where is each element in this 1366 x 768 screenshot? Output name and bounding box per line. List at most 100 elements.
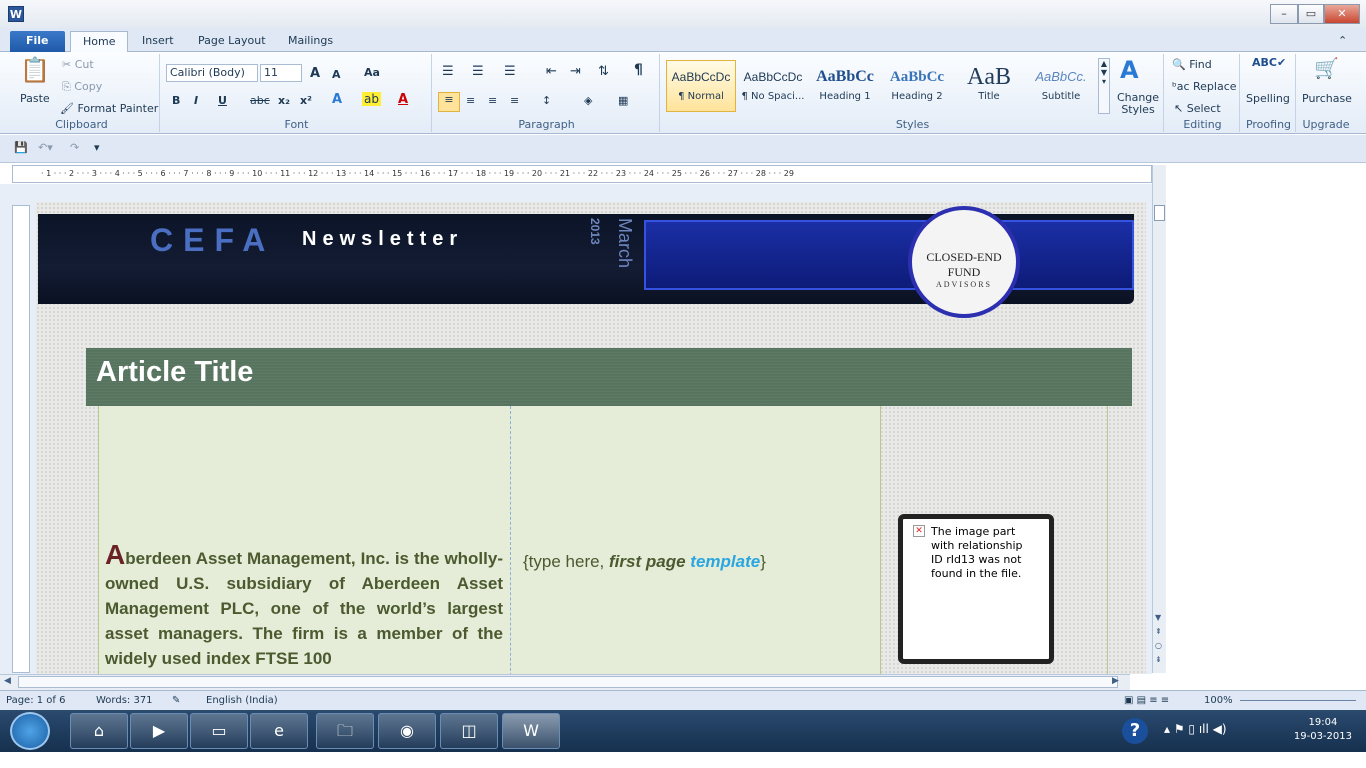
find-button[interactable]: 🔍 Find xyxy=(1172,58,1212,71)
style-heading-1[interactable]: AaBbCc Heading 1 xyxy=(810,60,880,112)
justify-icon[interactable]: ≡ xyxy=(510,94,519,107)
underline-button[interactable]: U xyxy=(218,94,227,107)
start-button[interactable] xyxy=(10,712,50,750)
text-column-2[interactable]: {type here, first page template} xyxy=(510,406,880,674)
purchase-button[interactable]: Purchase xyxy=(1302,92,1352,105)
article-title[interactable]: Article Title xyxy=(96,356,253,389)
italic-button[interactable]: I xyxy=(194,94,198,107)
media-player-icon[interactable]: ▶ xyxy=(130,713,188,749)
strikethrough-button[interactable]: abc xyxy=(250,94,270,107)
numbering-icon[interactable]: ☰ xyxy=(472,64,484,79)
undo-icon[interactable]: ↶▾ xyxy=(38,141,53,154)
presentation-app-icon[interactable]: ▭ xyxy=(190,713,248,749)
hscroll-thumb[interactable] xyxy=(18,676,1118,688)
bold-button[interactable]: B xyxy=(172,94,180,107)
word-count[interactable]: Words: 371 xyxy=(96,691,153,710)
vertical-ruler[interactable] xyxy=(12,205,30,673)
vertical-scrollbar[interactable]: ▼ ⇞ ○ ⇟ xyxy=(1152,165,1166,673)
style-title[interactable]: AaB Title xyxy=(954,60,1024,112)
page-count[interactable]: Page: 1 of 6 xyxy=(6,691,65,710)
text-effects-icon[interactable]: A xyxy=(332,92,342,107)
align-left-icon[interactable]: ≡ xyxy=(438,92,460,112)
shrink-font-button[interactable]: A xyxy=(332,68,341,81)
horizontal-ruler[interactable]: · 1 · · · 2 · · · 3 · · · 4 · · · 5 · · … xyxy=(12,165,1152,183)
article-body[interactable]: Aberdeen Asset Management, Inc. is the w… xyxy=(105,541,503,671)
select-button[interactable]: ↖ Select xyxy=(1174,102,1221,115)
proofing-status-icon[interactable]: ✎ xyxy=(172,691,180,710)
tab-page-layout[interactable]: Page Layout xyxy=(186,31,278,52)
bullets-icon[interactable]: ☰ xyxy=(442,64,454,79)
align-right-icon[interactable]: ≡ xyxy=(488,94,497,107)
tab-insert[interactable]: Insert xyxy=(130,31,186,52)
style-no-spacing[interactable]: AaBbCcDc ¶ No Spaci... xyxy=(738,60,808,112)
notes-app-icon[interactable]: ◫ xyxy=(440,713,498,749)
hp-app-icon[interactable]: ⌂ xyxy=(70,713,128,749)
scroll-thumb[interactable] xyxy=(1154,205,1165,221)
shading-icon[interactable]: ◈ xyxy=(584,94,592,107)
line-spacing-icon[interactable]: ↕ xyxy=(542,94,551,107)
missing-image-placeholder[interactable]: ✕ The image part with relationship ID rId… xyxy=(898,514,1054,664)
change-styles-button[interactable]: Change Styles xyxy=(1116,92,1160,116)
change-case-button[interactable]: Aa xyxy=(364,66,380,79)
zoom-slider[interactable] xyxy=(1240,700,1356,701)
word-taskbar-icon[interactable]: W xyxy=(502,713,560,749)
subscript-button[interactable]: x₂ xyxy=(278,94,290,107)
ribbon-collapse-icon[interactable]: ⌃ xyxy=(1326,31,1359,52)
multilevel-list-icon[interactable]: ☰ xyxy=(504,64,516,79)
format-painter-button[interactable]: 🖌 Format Painter xyxy=(60,102,158,115)
placeholder-text[interactable]: {type here, first page template} xyxy=(523,552,766,572)
language-indicator[interactable]: English (India) xyxy=(206,691,278,710)
banner-subtitle: Newsletter xyxy=(302,228,464,250)
scroll-right-icon[interactable]: ▶ xyxy=(1112,676,1119,686)
superscript-button[interactable]: x² xyxy=(300,94,312,107)
font-size-select[interactable]: 11 xyxy=(260,64,302,82)
help-icon[interactable]: ? xyxy=(1122,718,1148,744)
style-heading-2[interactable]: AaBbCc Heading 2 xyxy=(882,60,952,112)
font-color-icon[interactable]: A xyxy=(398,92,408,107)
paste-icon[interactable]: 📋 xyxy=(20,56,50,84)
borders-icon[interactable]: ▦ xyxy=(618,94,628,107)
increase-indent-icon[interactable]: ⇥ xyxy=(570,64,581,79)
paste-button[interactable]: Paste xyxy=(20,92,50,105)
align-center-icon[interactable]: ≡ xyxy=(466,94,475,107)
font-family-select[interactable]: Calibri (Body) xyxy=(166,64,258,82)
tray-icons[interactable]: ▴ ⚑ ▯ ıll ◀) xyxy=(1164,722,1227,736)
tab-home[interactable]: Home xyxy=(70,31,129,52)
text-column-1[interactable]: Aberdeen Asset Management, Inc. is the w… xyxy=(98,406,510,674)
change-styles-icon[interactable]: A xyxy=(1120,56,1139,84)
word-app-icon[interactable]: W xyxy=(8,6,24,22)
save-icon[interactable]: 💾 xyxy=(14,141,28,154)
maximize-button[interactable]: ▭ xyxy=(1298,4,1324,24)
decrease-indent-icon[interactable]: ⇤ xyxy=(546,64,557,79)
highlight-icon[interactable]: ab xyxy=(362,92,381,106)
view-buttons[interactable]: ▣ ▤ ≡ ≡ xyxy=(1124,691,1169,710)
browse-controls-icon[interactable]: ▼ ⇞ ○ ⇟ xyxy=(1155,611,1162,667)
minimize-button[interactable]: – xyxy=(1270,4,1298,24)
style-subtitle[interactable]: AaBbCc. Subtitle xyxy=(1026,60,1096,112)
scroll-left-icon[interactable]: ◀ xyxy=(4,676,11,686)
copy-button[interactable]: ⎘ Copy xyxy=(62,80,102,94)
zoom-level[interactable]: 100% xyxy=(1204,691,1233,710)
file-explorer-icon[interactable]: 🗀 xyxy=(316,713,374,749)
banner-blue-panel xyxy=(644,220,1134,290)
tab-mailings[interactable]: Mailings xyxy=(276,31,345,52)
spelling-button[interactable]: Spelling xyxy=(1246,92,1290,105)
system-clock[interactable]: 19:04 19-03-2013 xyxy=(1294,716,1352,744)
close-button[interactable]: ✕ xyxy=(1324,4,1360,24)
cut-button[interactable]: ✂ Cut xyxy=(62,58,94,71)
customize-qat-icon[interactable]: ▾ xyxy=(94,141,100,154)
document-page[interactable]: CEFA Newsletter March 2013 CLOSED-END FU… xyxy=(36,202,1146,674)
replace-button[interactable]: ᵇac Replace xyxy=(1172,80,1237,93)
wireless-app-icon[interactable]: ◉ xyxy=(378,713,436,749)
redo-icon[interactable]: ↷ xyxy=(70,141,79,154)
style-normal[interactable]: AaBbCcDc ¶ Normal xyxy=(666,60,736,112)
show-formatting-icon[interactable]: ¶ xyxy=(634,62,643,78)
cart-icon[interactable]: 🛒 xyxy=(1314,56,1339,80)
spelling-icon[interactable]: ABC✔ xyxy=(1252,56,1286,69)
sort-icon[interactable]: ⇅ xyxy=(598,64,609,79)
horizontal-scrollbar[interactable]: ◀ ▶ xyxy=(0,674,1130,690)
grow-font-button[interactable]: A xyxy=(310,66,320,81)
tab-file[interactable]: File xyxy=(10,31,65,52)
internet-explorer-icon[interactable]: e xyxy=(250,713,308,749)
styles-scroll[interactable]: ▲ ▼ ▾ xyxy=(1098,58,1110,114)
